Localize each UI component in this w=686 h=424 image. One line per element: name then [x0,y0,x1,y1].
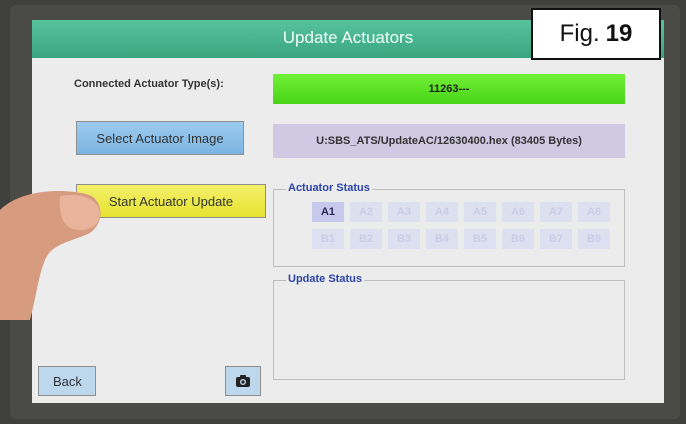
actuator-chip-a4[interactable]: A4 [426,202,458,222]
actuator-chip-b8[interactable]: B8 [578,229,610,249]
actuator-chip-grid: A1 A2 A3 A4 A5 A6 A7 A8 B1 B2 B3 B4 B5 B6 B7 B8 [312,202,624,249]
actuator-chip-a5[interactable]: A5 [464,202,496,222]
actuator-status-title: Actuator Status [286,182,372,194]
select-actuator-image-button[interactable]: Select Actuator Image [76,121,244,155]
figure-number: 19 [605,20,633,47]
touch-screen: Update Actuators Connected Actuator Type… [32,20,664,403]
actuator-chip-a2[interactable]: A2 [350,202,382,222]
actuator-status-group: Actuator Status A1 A2 A3 A4 A5 A6 A7 A8 B1 B2 B3 B4… [273,182,625,267]
actuator-chip-a1[interactable]: A1 [312,202,344,222]
figure-prefix: Fig. [559,20,600,47]
start-actuator-update-button[interactable]: Start Actuator Update [76,184,266,218]
update-status-group: Update Status [273,273,625,380]
actuator-chip-b2[interactable]: B2 [350,229,382,249]
actuator-chip-a3[interactable]: A3 [388,202,420,222]
actuator-chip-b6[interactable]: B6 [502,229,534,249]
actuator-chip-a7[interactable]: A7 [540,202,572,222]
figure-label: Fig. 19 [531,8,661,60]
actuator-type-field: 11263--- [273,74,625,104]
camera-icon [236,375,250,387]
actuator-chip-a6[interactable]: A6 [502,202,534,222]
actuator-chip-b4[interactable]: B4 [426,229,458,249]
back-button[interactable]: Back [38,366,96,396]
hex-file-field: U:SBS_ATS/UpdateAC/12630400.hex (83405 B… [273,124,625,158]
actuator-chip-b3[interactable]: B3 [388,229,420,249]
actuator-chip-b1[interactable]: B1 [312,229,344,249]
update-status-title: Update Status [286,273,364,285]
actuator-chip-a8[interactable]: A8 [578,202,610,222]
actuator-chip-b5[interactable]: B5 [464,229,496,249]
screenshot-button[interactable] [225,366,261,396]
actuator-chip-b7[interactable]: B7 [540,229,572,249]
connected-actuator-label: Connected Actuator Type(s): [74,78,224,90]
